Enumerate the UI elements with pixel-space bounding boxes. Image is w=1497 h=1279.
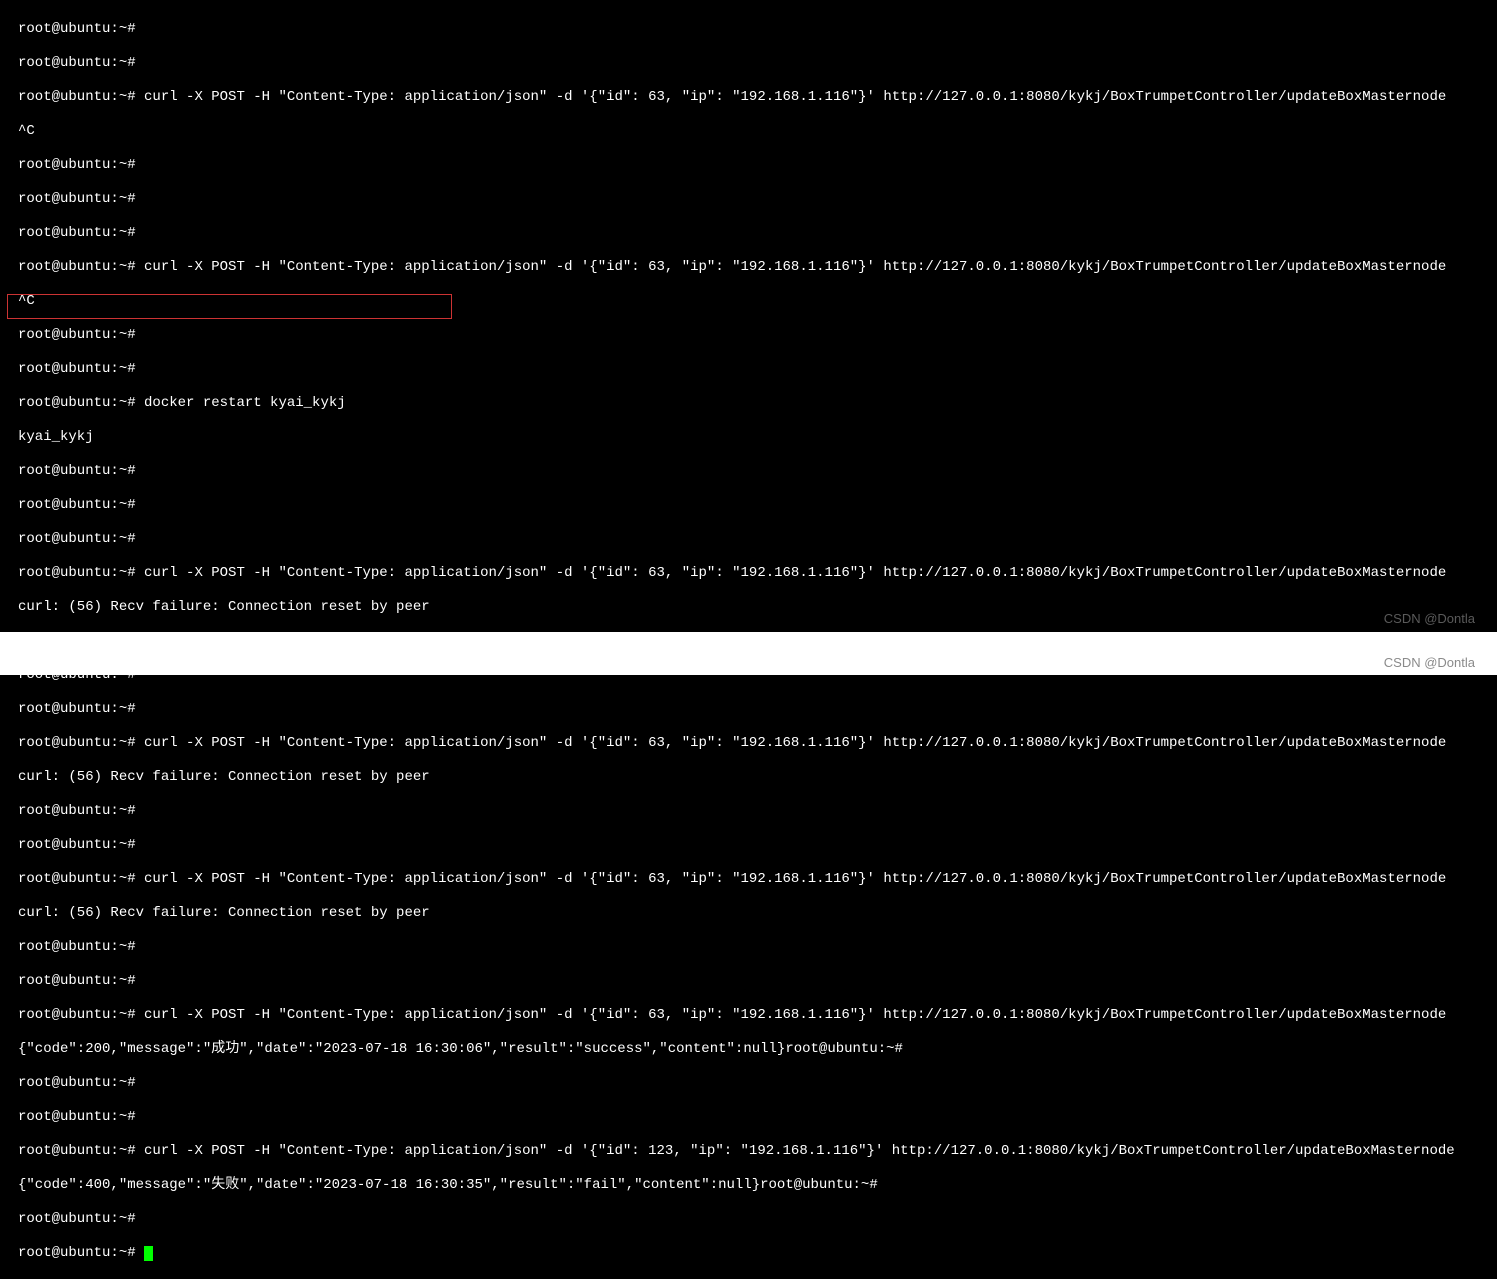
prompt: root@ubuntu:~# bbox=[18, 157, 136, 173]
curl-line: root@ubuntu:~# curl -X POST -H "Content-… bbox=[18, 89, 1497, 106]
prompt: root@ubuntu:~# bbox=[18, 531, 136, 547]
curl-error: curl: (56) Recv failure: Connection rese… bbox=[18, 905, 430, 921]
prompt-line: root@ubuntu:~# bbox=[18, 157, 1497, 174]
curl-command: curl -X POST -H "Content-Type: applicati… bbox=[144, 871, 1446, 887]
prompt: root@ubuntu:~# bbox=[18, 837, 136, 853]
curl-line: root@ubuntu:~# curl -X POST -H "Content-… bbox=[18, 1007, 1497, 1024]
prompt-line: root@ubuntu:~# bbox=[18, 1109, 1497, 1126]
prompt: root@ubuntu:~# bbox=[18, 1143, 136, 1159]
prompt: root@ubuntu:~# bbox=[18, 871, 136, 887]
prompt-line: root@ubuntu:~# bbox=[18, 463, 1497, 480]
prompt: root@ubuntu:~# bbox=[18, 973, 136, 989]
prompt: root@ubuntu:~# bbox=[18, 1109, 136, 1125]
ctrl-c-line: ^C bbox=[18, 123, 1497, 140]
docker-line: root@ubuntu:~# docker restart kyai_kykj bbox=[18, 395, 1497, 412]
prompt: root@ubuntu:~# bbox=[18, 1007, 136, 1023]
prompt-line: root@ubuntu:~# bbox=[18, 837, 1497, 854]
prompt: root@ubuntu:~# bbox=[18, 395, 136, 411]
curl-line: root@ubuntu:~# curl -X POST -H "Content-… bbox=[18, 871, 1497, 888]
curl-command: curl -X POST -H "Content-Type: applicati… bbox=[144, 735, 1446, 751]
curl-command: curl -X POST -H "Content-Type: applicati… bbox=[144, 1143, 1455, 1159]
response-success: {"code":200,"message":"成功","date":"2023-… bbox=[18, 1041, 903, 1057]
prompt-line: root@ubuntu:~# bbox=[18, 1075, 1497, 1092]
prompt-line: root@ubuntu:~# bbox=[18, 973, 1497, 990]
prompt-line: root@ubuntu:~# bbox=[18, 361, 1497, 378]
response-line: {"code":200,"message":"成功","date":"2023-… bbox=[18, 1041, 1497, 1058]
curl-command: curl -X POST -H "Content-Type: applicati… bbox=[144, 89, 1446, 105]
prompt: root@ubuntu:~# bbox=[18, 225, 136, 241]
prompt: root@ubuntu:~# bbox=[18, 1211, 136, 1227]
prompt-line: root@ubuntu:~# bbox=[18, 497, 1497, 514]
prompt-line: root@ubuntu:~# bbox=[18, 21, 1497, 38]
prompt-line: root@ubuntu:~# bbox=[18, 531, 1497, 548]
curl-command: curl -X POST -H "Content-Type: applicati… bbox=[144, 1007, 1446, 1023]
prompt: root@ubuntu:~# bbox=[18, 191, 136, 207]
prompt-line: root@ubuntu:~# bbox=[18, 225, 1497, 242]
prompt: root@ubuntu:~# bbox=[18, 463, 136, 479]
curl-error-line: curl: (56) Recv failure: Connection rese… bbox=[18, 769, 1497, 786]
prompt: root@ubuntu:~# bbox=[18, 565, 136, 581]
cursor-icon bbox=[144, 1246, 153, 1261]
prompt: root@ubuntu:~# bbox=[18, 89, 136, 105]
ctrl-c: ^C bbox=[18, 293, 35, 309]
prompt-line: root@ubuntu:~# bbox=[18, 803, 1497, 820]
prompt: root@ubuntu:~# bbox=[18, 803, 136, 819]
prompt: root@ubuntu:~# bbox=[18, 701, 136, 717]
ctrl-c-line: ^C bbox=[18, 293, 1497, 310]
prompt-line: root@ubuntu:~# bbox=[18, 939, 1497, 956]
curl-line: root@ubuntu:~# curl -X POST -H "Content-… bbox=[18, 735, 1497, 752]
prompt-line: root@ubuntu:~# bbox=[18, 1211, 1497, 1228]
prompt: root@ubuntu:~# bbox=[18, 361, 136, 377]
prompt: root@ubuntu:~# bbox=[18, 55, 136, 71]
curl-command: curl -X POST -H "Content-Type: applicati… bbox=[144, 259, 1446, 275]
response-line: {"code":400,"message":"失败","date":"2023-… bbox=[18, 1177, 1497, 1194]
prompt-line: root@ubuntu:~# bbox=[18, 191, 1497, 208]
response-fail: {"code":400,"message":"失败","date":"2023-… bbox=[18, 1177, 878, 1193]
page-background bbox=[0, 632, 1497, 675]
curl-line: root@ubuntu:~# curl -X POST -H "Content-… bbox=[18, 1143, 1497, 1160]
curl-command: curl -X POST -H "Content-Type: applicati… bbox=[144, 565, 1446, 581]
curl-error: curl: (56) Recv failure: Connection rese… bbox=[18, 769, 430, 785]
prompt: root@ubuntu:~# bbox=[18, 1245, 136, 1261]
docker-command: docker restart kyai_kykj bbox=[144, 395, 346, 411]
prompt-line: root@ubuntu:~# bbox=[18, 701, 1497, 718]
ctrl-c: ^C bbox=[18, 123, 35, 139]
prompt: root@ubuntu:~# bbox=[18, 21, 136, 37]
docker-output: kyai_kykj bbox=[18, 429, 1497, 446]
prompt: root@ubuntu:~# bbox=[18, 497, 136, 513]
prompt: root@ubuntu:~# bbox=[18, 1075, 136, 1091]
curl-line: root@ubuntu:~# curl -X POST -H "Content-… bbox=[18, 565, 1497, 582]
docker-output-text: kyai_kykj bbox=[18, 429, 94, 445]
prompt: root@ubuntu:~# bbox=[18, 259, 136, 275]
prompt-line: root@ubuntu:~# bbox=[18, 327, 1497, 344]
prompt: root@ubuntu:~# bbox=[18, 735, 136, 751]
watermark-inner: CSDN @Dontla bbox=[1384, 610, 1475, 627]
curl-line: root@ubuntu:~# curl -X POST -H "Content-… bbox=[18, 259, 1497, 276]
curl-error-line: curl: (56) Recv failure: Connection rese… bbox=[18, 599, 1497, 616]
curl-error-line: curl: (56) Recv failure: Connection rese… bbox=[18, 905, 1497, 922]
prompt-line: root@ubuntu:~# bbox=[18, 55, 1497, 72]
cursor-line[interactable]: root@ubuntu:~# bbox=[18, 1245, 1497, 1262]
curl-error: curl: (56) Recv failure: Connection rese… bbox=[18, 599, 430, 615]
prompt: root@ubuntu:~# bbox=[18, 939, 136, 955]
prompt: root@ubuntu:~# bbox=[18, 327, 136, 343]
watermark-outer: CSDN @Dontla bbox=[1384, 654, 1475, 671]
